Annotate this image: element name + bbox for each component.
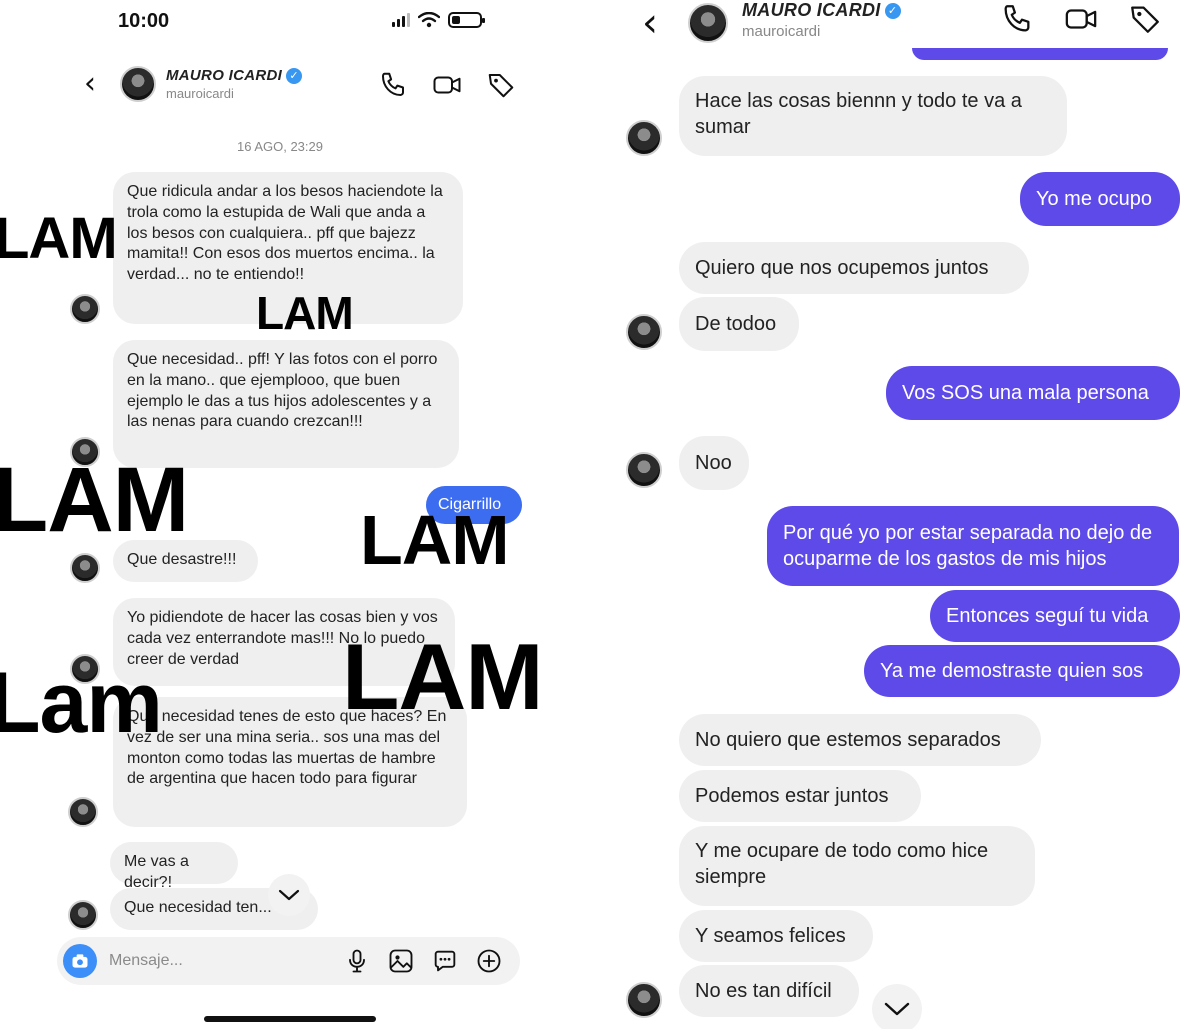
tag-icon[interactable] <box>486 70 516 100</box>
verified-icon: ✓ <box>286 68 303 85</box>
sender-avatar[interactable] <box>70 553 100 583</box>
battery-icon <box>448 12 485 28</box>
watermark-text: LAM <box>0 206 118 271</box>
outgoing-message[interactable]: Cigarrillo <box>426 486 522 524</box>
video-icon[interactable] <box>432 70 462 100</box>
sender-avatar[interactable] <box>70 294 100 324</box>
composer-actions <box>343 947 503 975</box>
header-title[interactable]: MAURO ICARDI ✓ mauroicardi <box>742 0 901 40</box>
mic-icon[interactable] <box>343 947 371 975</box>
left-screenshot: 10:00 ‹ MAURO ICARDI ✓ mauroicardi 16 AG… <box>0 0 600 1029</box>
incoming-message[interactable]: Hace las cosas biennn y todo te va a sum… <box>679 76 1067 156</box>
outgoing-message-edge <box>912 48 1168 60</box>
camera-button[interactable] <box>63 944 97 978</box>
status-time: 10:00 <box>118 10 170 32</box>
incoming-message[interactable]: Que necesidad tenes de esto que haces? E… <box>113 697 467 827</box>
chat-header: ‹ MAURO ICARDI ✓ mauroicardi <box>642 0 942 46</box>
header-actions <box>378 70 516 100</box>
incoming-message[interactable]: De todoo <box>679 297 799 351</box>
incoming-message[interactable]: Me vas a decir?! <box>110 842 238 891</box>
chevron-down-icon <box>278 889 300 901</box>
chevron-down-icon <box>884 1002 910 1016</box>
status-bar: 10:00 <box>0 0 600 50</box>
phone-icon[interactable] <box>378 70 408 100</box>
camera-icon <box>72 954 88 968</box>
avatar[interactable] <box>688 3 728 43</box>
header-actions <box>1000 2 1162 36</box>
avatar[interactable] <box>120 66 156 102</box>
sender-avatar[interactable] <box>626 982 662 1018</box>
outgoing-message[interactable]: Ya me demostraste quien sos <box>864 645 1180 697</box>
verified-icon: ✓ <box>884 3 901 20</box>
sticker-icon[interactable] <box>431 947 459 975</box>
sender-avatar[interactable] <box>68 797 98 827</box>
scroll-down-button[interactable] <box>872 984 922 1029</box>
incoming-message[interactable]: No quiero que estemos separados <box>679 714 1041 766</box>
contact-username: mauroicardi <box>742 23 821 40</box>
incoming-message[interactable]: Yo pidiendote de hacer las cosas bien y … <box>113 598 455 686</box>
right-screenshot: ‹ MAURO ICARDI ✓ mauroicardi Hace las cos… <box>602 0 1200 1029</box>
sender-avatar[interactable] <box>626 314 662 350</box>
back-icon[interactable]: ‹ <box>642 3 658 43</box>
outgoing-message[interactable]: Vos SOS una mala persona <box>886 366 1180 420</box>
incoming-message[interactable]: Noo <box>679 436 749 490</box>
outgoing-message[interactable]: Entonces seguí tu vida <box>930 590 1180 642</box>
message-composer <box>57 937 520 985</box>
status-icons <box>392 12 485 28</box>
incoming-message[interactable]: Podemos estar juntos <box>679 770 921 822</box>
scroll-down-button[interactable] <box>268 874 310 916</box>
message-input[interactable] <box>109 949 329 973</box>
incoming-message[interactable]: Que ridicula andar a los besos haciendot… <box>113 172 463 324</box>
home-indicator <box>204 1016 376 1022</box>
incoming-message[interactable]: Y seamos felices <box>679 910 873 962</box>
sender-avatar[interactable] <box>68 900 98 930</box>
incoming-message[interactable]: Quiero que nos ocupemos juntos <box>679 242 1029 294</box>
plus-icon[interactable] <box>475 947 503 975</box>
tag-icon[interactable] <box>1128 2 1162 36</box>
incoming-message[interactable]: Que necesidad.. pff! Y las fotos con el … <box>113 340 459 468</box>
signal-icon <box>392 13 410 27</box>
back-icon[interactable]: ‹ <box>84 69 96 99</box>
contact-username: mauroicardi <box>166 86 234 102</box>
sender-avatar[interactable] <box>70 437 100 467</box>
video-icon[interactable] <box>1064 2 1098 36</box>
contact-name: MAURO ICARDI <box>166 66 283 84</box>
header-title[interactable]: MAURO ICARDI ✓ mauroicardi <box>166 66 303 102</box>
wifi-icon <box>418 12 440 28</box>
sender-avatar[interactable] <box>70 654 100 684</box>
outgoing-message[interactable]: Yo me ocupo <box>1020 172 1180 226</box>
phone-icon[interactable] <box>1000 2 1034 36</box>
message-timestamp: 16 AGO, 23:29 <box>236 139 323 154</box>
gallery-icon[interactable] <box>387 947 415 975</box>
incoming-message[interactable]: Y me ocupare de todo como hice siempre <box>679 826 1035 906</box>
sender-avatar[interactable] <box>626 120 662 156</box>
sender-avatar[interactable] <box>626 452 662 488</box>
outgoing-message[interactable]: Por qué yo por estar separada no dejo de… <box>767 506 1179 586</box>
incoming-message[interactable]: Que desastre!!! <box>113 540 258 582</box>
contact-name: MAURO ICARDI <box>742 0 881 20</box>
incoming-message[interactable]: No es tan difícil <box>679 965 859 1017</box>
